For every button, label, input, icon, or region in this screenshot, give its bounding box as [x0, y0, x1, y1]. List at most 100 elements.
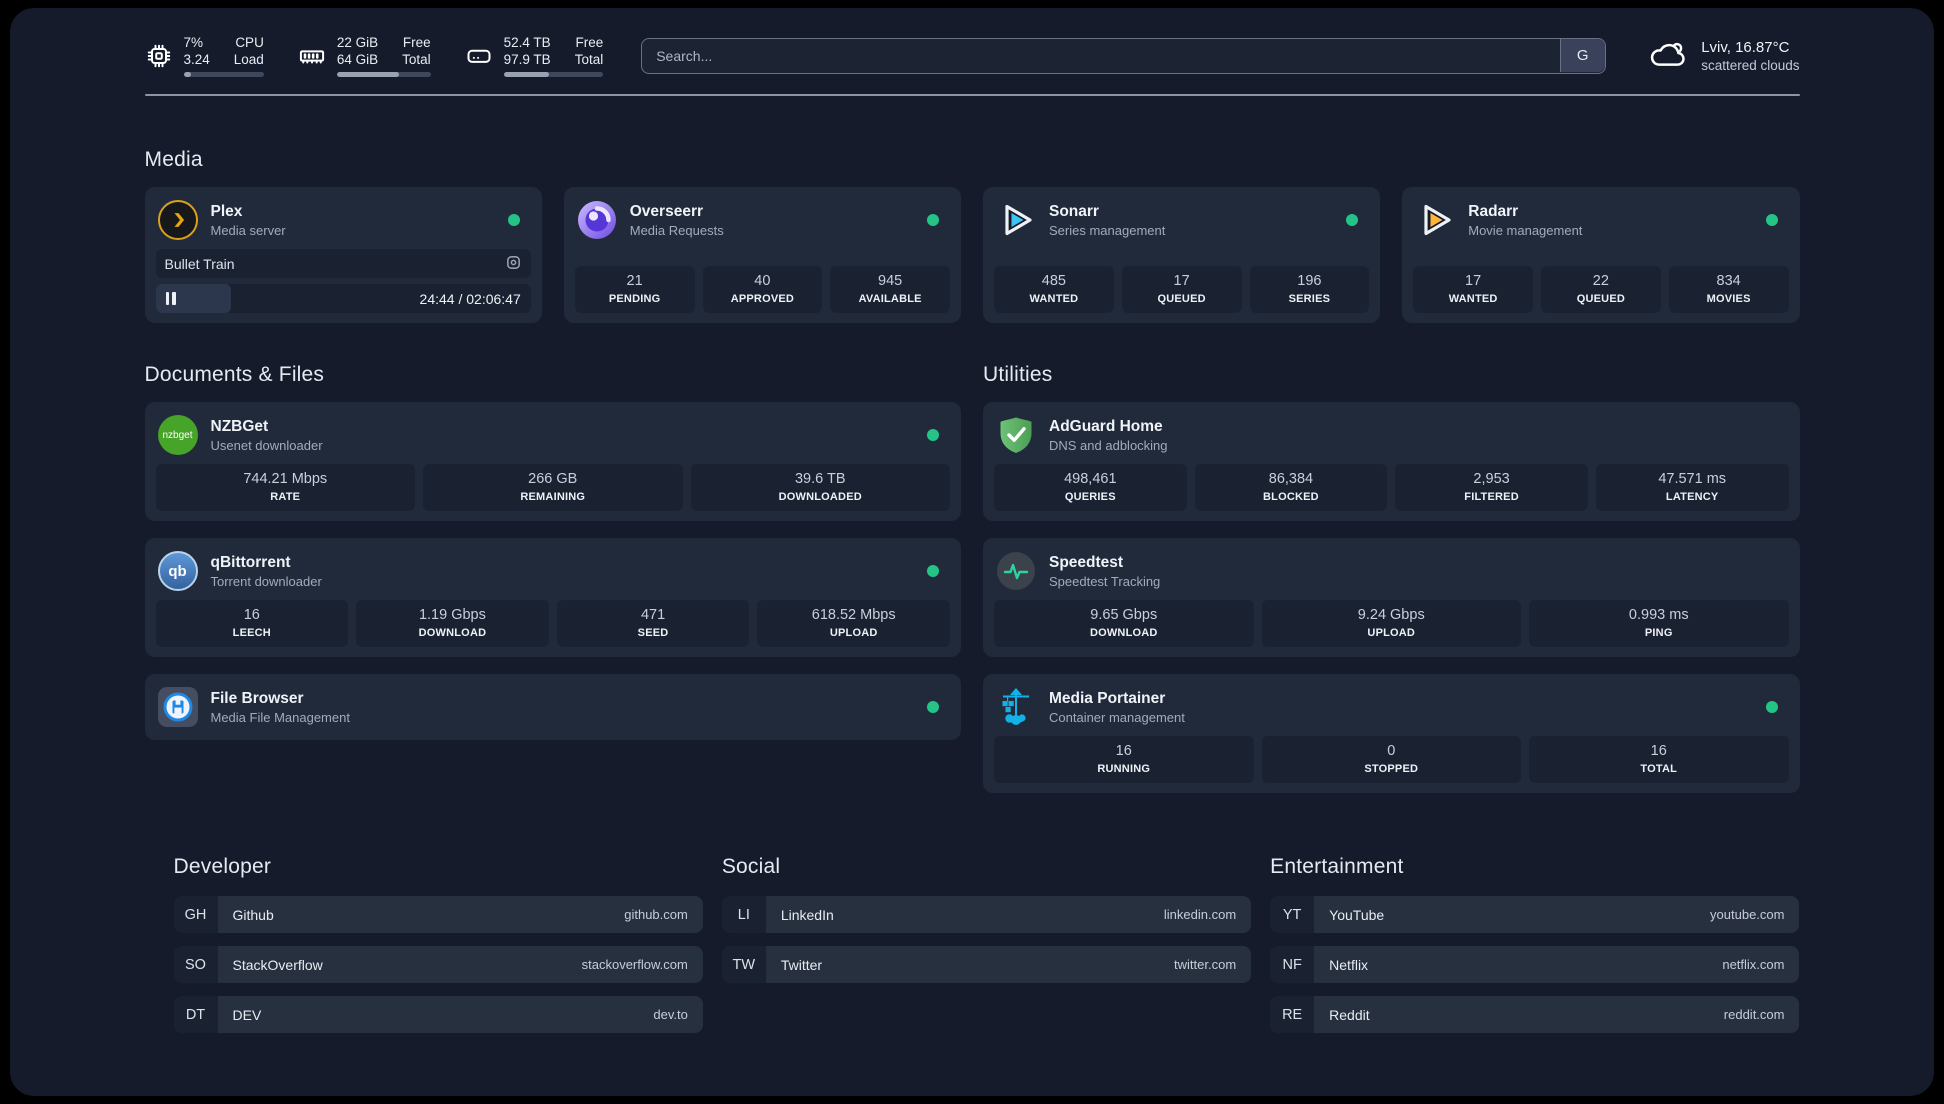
stat-stopped: 0 STOPPED	[1261, 736, 1521, 783]
bookmark-domain: stackoverflow.com	[581, 957, 688, 972]
bookmark-abbr: DT	[173, 996, 218, 1033]
disk-total-value: 97.9 TB	[503, 52, 551, 67]
stat-wanted: 17 WANTED	[1413, 266, 1533, 313]
section-utilities: Utilities AdGuard Home DNS and adblockin…	[983, 363, 1800, 793]
service-title: qBittorrent	[210, 553, 291, 571]
service-title: AdGuard Home	[1049, 417, 1163, 435]
stat-filtered: 2,953 FILTERED	[1395, 464, 1588, 511]
service-title: Speedtest	[1049, 553, 1124, 571]
bookmark-group-developer: Developer GH Github github.com SO StackO…	[173, 855, 703, 1046]
stat-download: 9.65 Gbps DOWNLOAD	[994, 600, 1254, 647]
section-heading-social: Social	[721, 855, 781, 878]
stat-upload: 9.24 Gbps UPLOAD	[1261, 600, 1521, 647]
bookmark-domain: linkedin.com	[1163, 907, 1237, 922]
search-input[interactable]	[641, 37, 1607, 74]
portainer-icon	[996, 687, 1036, 727]
service-card-speedtest: Speedtest Speedtest Tracking 9.65 Gbps DO…	[983, 538, 1800, 657]
disk-free-label: Free	[575, 35, 604, 50]
service-title: Media Portainer	[1049, 689, 1166, 707]
service-link-radarr[interactable]: Radarr Movie management	[1413, 197, 1788, 249]
service-subtitle: Container management	[1049, 709, 1185, 725]
stat-series: 196 SERIES	[1249, 266, 1370, 313]
cpu-load-label: Load	[233, 52, 264, 67]
memory-widget: 22 GiB 64 GiB Free Total	[298, 34, 431, 77]
bookmark-domain: reddit.com	[1723, 1007, 1785, 1022]
service-link-filebrowser[interactable]: File Browser Media File Management	[156, 684, 951, 730]
bookmark-abbr: YT	[1270, 896, 1315, 933]
section-heading-media: Media	[144, 148, 203, 171]
bookmark-netflix[interactable]: NF Netflix netflix.com	[1270, 946, 1800, 983]
service-link-adguard[interactable]: AdGuard Home DNS and adblocking	[994, 412, 1789, 464]
playback-time: 24:44 / 02:06:47	[419, 290, 521, 307]
bookmark-domain: github.com	[624, 907, 688, 922]
bookmark-abbr: LI	[721, 896, 766, 933]
section-heading-documents: Documents & Files	[144, 363, 325, 386]
bookmark-dev[interactable]: DT DEV dev.to	[173, 996, 703, 1033]
bookmark-youtube[interactable]: YT YouTube youtube.com	[1270, 896, 1800, 933]
service-link-qbittorrent[interactable]: qb qBittorrent Torrent downloader	[156, 548, 951, 600]
stat-leech: 16 LEECH	[155, 600, 349, 647]
bookmark-twitter[interactable]: TW Twitter twitter.com	[721, 946, 1252, 983]
service-subtitle: Speedtest Tracking	[1049, 573, 1161, 589]
bookmark-domain: dev.to	[653, 1007, 688, 1022]
stat-download: 1.19 Gbps DOWNLOAD	[356, 600, 549, 647]
service-subtitle: Media File Management	[210, 709, 350, 725]
service-link-sonarr[interactable]: Sonarr Series management	[994, 197, 1369, 249]
service-link-nzbget[interactable]: nzbget NZBGet Usenet downloader	[156, 412, 951, 464]
bookmark-group-social: Social LI LinkedIn linkedin.com TW Twitt…	[721, 855, 1252, 1046]
bookmark-stackoverflow[interactable]: SO StackOverflow stackoverflow.com	[173, 946, 703, 983]
service-subtitle: Media server	[210, 222, 286, 238]
bookmark-name: YouTube	[1329, 906, 1385, 923]
stat-running: 16 RUNNING	[994, 736, 1254, 783]
service-title: Sonarr	[1049, 202, 1099, 220]
service-link-speedtest[interactable]: Speedtest Speedtest Tracking	[994, 548, 1789, 600]
stat-wanted: 485 WANTED	[994, 266, 1114, 313]
top-bar: 7% 3.24 CPU Load 22 GiB 64 GiB Free Tota…	[145, 34, 1800, 77]
section-heading-utilities: Utilities	[983, 363, 1053, 386]
stat-total: 16 TOTAL	[1529, 736, 1789, 783]
stat-queued: 22 QUEUED	[1541, 266, 1661, 313]
qbittorrent-icon: qb	[157, 551, 198, 591]
stat-blocked: 86,384 BLOCKED	[1194, 464, 1388, 511]
cpu-progress-track	[183, 72, 264, 77]
service-link-overseerr[interactable]: Overseerr Media Requests	[575, 197, 950, 249]
service-subtitle: Torrent downloader	[210, 573, 322, 589]
bookmark-domain: netflix.com	[1722, 957, 1785, 972]
stat-latency: 47.571 ms LATENCY	[1595, 464, 1789, 511]
service-subtitle: Media Requests	[629, 222, 724, 238]
bookmark-name: Netflix	[1329, 956, 1369, 973]
resource-monitors: 7% 3.24 CPU Load 22 GiB 64 GiB Free Tota…	[145, 34, 604, 77]
status-dot	[927, 701, 939, 713]
disk-total-label: Total	[574, 52, 604, 67]
stat-upload: 618.52 Mbps UPLOAD	[757, 600, 950, 647]
service-card-qbittorrent: qb qBittorrent Torrent downloader 16 LEEC…	[144, 538, 961, 657]
cpu-usage: 7%	[183, 35, 204, 50]
bookmark-name: LinkedIn	[780, 906, 834, 923]
search-engine-button[interactable]: G	[1559, 39, 1605, 72]
service-link-plex[interactable]: Plex Media server	[156, 197, 531, 249]
service-title: Overseerr	[629, 202, 704, 220]
bookmark-abbr: TW	[721, 946, 766, 983]
service-card-overseerr: Overseerr Media Requests 21 PENDING 40 APP…	[563, 187, 961, 323]
adguard-icon	[996, 415, 1036, 455]
media-grid: Plex Media server Bullet Train 24:44 / 0…	[144, 187, 1800, 323]
weather-location-temp: Lviv, 16.87°C	[1701, 38, 1790, 56]
bookmark-linkedin[interactable]: LI LinkedIn linkedin.com	[721, 896, 1252, 933]
stat-available: 945 AVAILABLE	[830, 266, 950, 313]
bookmark-abbr: GH	[173, 896, 218, 933]
service-subtitle: Movie management	[1468, 222, 1583, 238]
bookmark-name: DEV	[232, 1006, 262, 1023]
weather-widget: Lviv, 16.87°C scattered clouds	[1646, 36, 1800, 75]
status-dot	[927, 565, 939, 577]
bookmark-abbr: NF	[1270, 946, 1315, 983]
stat-pending: 21 PENDING	[574, 266, 695, 313]
service-link-portainer[interactable]: Media Portainer Container management	[994, 684, 1789, 736]
stat-movies: 834 MOVIES	[1668, 266, 1789, 313]
bookmark-reddit[interactable]: RE Reddit reddit.com	[1270, 996, 1800, 1033]
service-title: File Browser	[210, 689, 304, 707]
service-subtitle: DNS and adblocking	[1049, 437, 1168, 453]
stat-seed: 471 SEED	[556, 600, 750, 647]
bookmark-github[interactable]: GH Github github.com	[173, 896, 703, 933]
gear-icon[interactable]	[505, 254, 522, 274]
dashboard: 7% 3.24 CPU Load 22 GiB 64 GiB Free Tota…	[10, 8, 1934, 1096]
